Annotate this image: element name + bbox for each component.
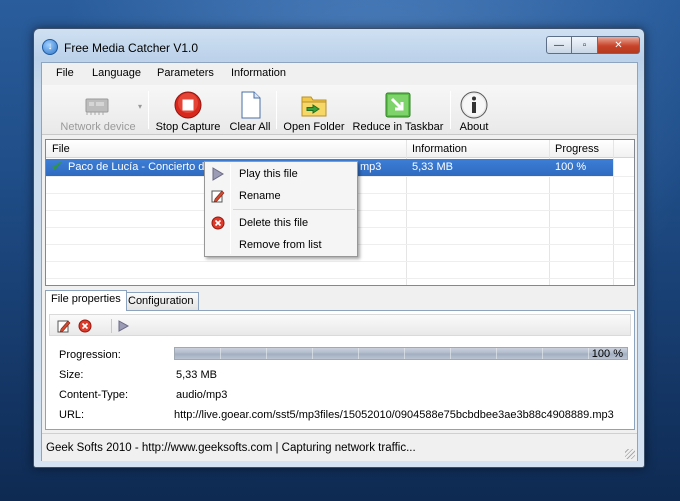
header-file[interactable]: File xyxy=(52,143,70,155)
menu-file[interactable]: File xyxy=(56,67,74,79)
delete-icon xyxy=(211,216,225,230)
resize-grip-icon[interactable] xyxy=(625,449,635,459)
reduce-taskbar-button[interactable]: Reduce in Taskbar xyxy=(352,88,444,134)
progression-fill xyxy=(175,348,627,359)
tab-strip: File properties Configuration xyxy=(45,290,635,311)
folder-icon xyxy=(301,96,327,117)
checkmark-icon: ✔ xyxy=(51,158,63,174)
context-rename-label: Rename xyxy=(239,190,281,202)
open-folder-button[interactable]: Open Folder xyxy=(282,88,346,134)
progression-label: Progression: xyxy=(59,349,121,361)
url-value[interactable]: http://live.goear.com/sst5/mp3files/1505… xyxy=(174,409,614,421)
menu-language[interactable]: Language xyxy=(92,67,141,79)
about-button[interactable]: About xyxy=(454,88,494,134)
stop-capture-button[interactable]: Stop Capture xyxy=(154,88,222,134)
row-gridline xyxy=(46,261,634,262)
header-progress[interactable]: Progress xyxy=(555,143,599,155)
client-area: File Language Parameters Information ▾ N… xyxy=(41,62,638,461)
window-title: Free Media Catcher V1.0 xyxy=(64,41,199,55)
stop-capture-label: Stop Capture xyxy=(155,121,221,133)
toolbar: ▾ Network device Stop Capture Clear All xyxy=(42,85,637,135)
about-label: About xyxy=(459,121,489,133)
size-label: Size: xyxy=(59,369,84,381)
content-type-value: audio/mp3 xyxy=(176,389,228,401)
toolbar-separator xyxy=(276,91,277,129)
reduce-taskbar-label: Reduce in Taskbar xyxy=(352,121,444,133)
network-device-label: Network device xyxy=(60,121,136,133)
tab-configuration[interactable]: Configuration xyxy=(122,292,200,310)
toolbar-separator xyxy=(450,91,451,129)
toolbar-separator xyxy=(148,91,149,129)
dropdown-arrow-icon[interactable]: ▾ xyxy=(138,102,142,111)
header-information[interactable]: Information xyxy=(412,143,467,155)
context-delete-item[interactable]: Delete this file xyxy=(207,213,355,233)
minimize-button[interactable]: — xyxy=(546,36,572,54)
row-gridline xyxy=(46,278,634,279)
row-file-name: Paco de Lucía - Concierto de Aranjuez.mp… xyxy=(68,161,208,173)
progression-bar: 100 % xyxy=(174,347,628,360)
menu-parameters[interactable]: Parameters xyxy=(157,67,214,79)
network-device-button[interactable]: ▾ Network device xyxy=(52,88,144,134)
row-information: 5,33 MB xyxy=(412,161,453,173)
progression-value: 100 % xyxy=(591,348,623,360)
context-play-item[interactable]: Play this file xyxy=(207,164,355,184)
list-header: File Information Progress xyxy=(46,140,634,158)
context-delete-label: Delete this file xyxy=(239,217,309,229)
rename-icon xyxy=(211,190,225,203)
maximize-button[interactable]: ▫ xyxy=(572,36,598,54)
rename-icon[interactable] xyxy=(57,319,71,333)
file-properties-panel: Progression: 100 % Size: 5,33 MB Content… xyxy=(45,310,635,430)
row-progress: 100 % xyxy=(555,161,587,173)
title-bar[interactable]: ↓ Free Media Catcher V1.0 — ▫ ✕ xyxy=(34,29,644,61)
context-play-label: Play this file xyxy=(239,168,298,180)
menu-information[interactable]: Information xyxy=(231,67,286,79)
status-text: Geek Softs 2010 - http://www.geeksofts.c… xyxy=(46,442,416,454)
tab-file-properties[interactable]: File properties xyxy=(45,290,127,311)
window-controls: — ▫ ✕ xyxy=(546,36,640,54)
context-menu-separator xyxy=(233,209,355,210)
context-remove-item[interactable]: Remove from list xyxy=(207,235,355,255)
menu-bar: File Language Parameters Information xyxy=(42,63,637,85)
app-download-icon: ↓ xyxy=(42,39,58,55)
row-file-extension: mp3 xyxy=(360,161,382,173)
content-type-label: Content-Type: xyxy=(59,389,129,401)
play-icon[interactable] xyxy=(116,319,130,333)
context-menu: Play this file Rename Delete this file R… xyxy=(204,161,358,257)
clear-all-button[interactable]: Clear All xyxy=(228,88,272,134)
context-remove-label: Remove from list xyxy=(239,239,322,251)
network-card-icon xyxy=(85,98,109,115)
toolbar-separator xyxy=(111,319,112,333)
blank-document-icon xyxy=(241,91,261,119)
properties-toolbar xyxy=(49,314,631,336)
close-button[interactable]: ✕ xyxy=(598,36,640,54)
info-icon xyxy=(460,91,488,119)
column-divider xyxy=(613,140,614,285)
clear-all-label: Clear All xyxy=(229,121,271,133)
minimize-arrow-icon xyxy=(385,92,411,118)
url-label: URL: xyxy=(59,409,85,421)
size-value: 5,33 MB xyxy=(176,369,217,381)
open-folder-label: Open Folder xyxy=(283,121,345,133)
stop-icon xyxy=(174,91,202,119)
status-bar: Geek Softs 2010 - http://www.geeksofts.c… xyxy=(42,433,637,461)
play-icon xyxy=(212,167,224,181)
context-rename-item[interactable]: Rename xyxy=(207,186,355,206)
delete-icon[interactable] xyxy=(78,319,92,333)
